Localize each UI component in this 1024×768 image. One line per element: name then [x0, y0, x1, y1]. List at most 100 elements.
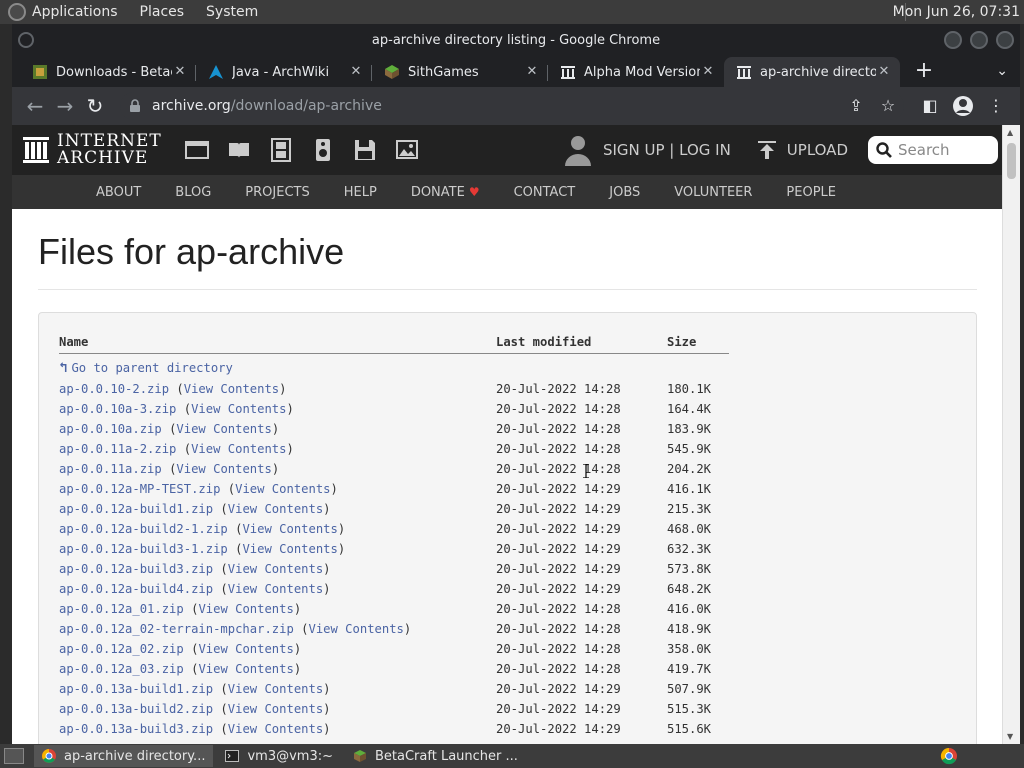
- column-header-modified[interactable]: Last modified: [496, 331, 667, 354]
- menu-system[interactable]: System: [206, 4, 258, 20]
- new-tab-button[interactable]: +: [910, 58, 938, 86]
- tray-chrome-icon[interactable]: [940, 747, 958, 765]
- back-button[interactable]: ←: [20, 91, 50, 121]
- file-link[interactable]: ap-0.0.10-2.zip: [59, 382, 169, 396]
- file-link[interactable]: ap-0.0.12a-build3-1.zip: [59, 542, 228, 556]
- tab-downloads-betacraft[interactable]: Downloads - Betacraft ✕: [20, 57, 196, 87]
- view-contents-link[interactable]: View Contents: [198, 602, 293, 616]
- view-contents-link[interactable]: View Contents: [242, 522, 337, 536]
- view-contents-link[interactable]: View Contents: [176, 462, 271, 476]
- view-contents-link[interactable]: View Contents: [191, 402, 286, 416]
- file-link[interactable]: ap-0.0.10a-3.zip: [59, 402, 176, 416]
- file-link[interactable]: ap-0.0.12a_02.zip: [59, 642, 184, 656]
- tab-ap-archive[interactable]: ap-archive directory listing ✕: [724, 57, 900, 87]
- window-menu-icon[interactable]: [18, 32, 34, 48]
- scroll-down-arrow-icon[interactable]: ▼: [1007, 732, 1013, 741]
- view-contents-link[interactable]: View Contents: [184, 382, 279, 396]
- reload-button[interactable]: ↻: [80, 91, 110, 121]
- close-icon[interactable]: ✕: [524, 64, 540, 80]
- file-link[interactable]: ap-0.0.12a-build2-1.zip: [59, 522, 228, 536]
- subnav-help[interactable]: HELP: [327, 185, 394, 200]
- internet-archive-logo[interactable]: INTERNET ARCHIVE: [23, 133, 173, 167]
- file-link[interactable]: ap-0.0.11a.zip: [59, 462, 162, 476]
- maximize-button[interactable]: [970, 31, 988, 49]
- view-contents-link[interactable]: View Contents: [309, 622, 404, 636]
- file-link[interactable]: ap-0.0.13a-build1.zip: [59, 682, 213, 696]
- file-link[interactable]: ap-0.0.13a-build3.zip: [59, 722, 213, 736]
- file-link[interactable]: ap-0.0.12a_01.zip: [59, 602, 184, 616]
- close-icon[interactable]: ✕: [348, 64, 364, 80]
- site-info-lock-icon[interactable]: [128, 99, 142, 113]
- view-contents-link[interactable]: View Contents: [228, 502, 323, 516]
- side-panel-icon[interactable]: ◧: [914, 91, 946, 121]
- share-icon[interactable]: ⇪: [840, 91, 872, 121]
- file-link[interactable]: ap-0.0.10a.zip: [59, 422, 162, 436]
- audio-speaker-icon[interactable]: [311, 138, 335, 162]
- view-contents-link[interactable]: View Contents: [198, 642, 293, 656]
- subnav-contact[interactable]: CONTACT: [497, 185, 593, 200]
- tab-java-archwiki[interactable]: Java - ArchWiki ✕: [196, 57, 372, 87]
- ia-search-input[interactable]: Search: [868, 136, 998, 164]
- menu-places[interactable]: Places: [140, 4, 185, 20]
- file-link[interactable]: ap-0.0.12a-build1.zip: [59, 502, 213, 516]
- subnav-projects[interactable]: PROJECTS: [228, 185, 326, 200]
- task-chrome[interactable]: ap-archive directory...: [34, 745, 214, 767]
- view-contents-link[interactable]: View Contents: [228, 702, 323, 716]
- menu-applications[interactable]: Applications: [32, 4, 118, 20]
- forward-button[interactable]: →: [50, 91, 80, 121]
- view-contents-link[interactable]: View Contents: [228, 562, 323, 576]
- file-link[interactable]: ap-0.0.13a-build2.zip: [59, 702, 213, 716]
- view-contents-link[interactable]: View Contents: [242, 542, 337, 556]
- tab-sithgames[interactable]: SithGames ✕: [372, 57, 548, 87]
- file-link[interactable]: ap-0.0.12a_02-terrain-mpchar.zip: [59, 622, 294, 636]
- scroll-thumb[interactable]: [1007, 143, 1016, 179]
- subnav-volunteer[interactable]: VOLUNTEER: [657, 185, 769, 200]
- upload-button[interactable]: UPLOAD: [757, 140, 848, 160]
- subnav-people[interactable]: PEOPLE: [769, 185, 853, 200]
- software-floppy-icon[interactable]: [353, 138, 377, 162]
- texts-book-icon[interactable]: [227, 138, 251, 162]
- file-link[interactable]: ap-0.0.11a-2.zip: [59, 442, 176, 456]
- view-contents-link[interactable]: View Contents: [228, 582, 323, 596]
- subnav-jobs[interactable]: JOBS: [592, 185, 657, 200]
- signup-login-link[interactable]: SIGN UP | LOG IN: [603, 141, 731, 159]
- view-contents-link[interactable]: View Contents: [198, 662, 293, 676]
- web-archive-icon[interactable]: [185, 138, 209, 162]
- show-desktop-button[interactable]: [4, 748, 24, 764]
- minimize-button[interactable]: [944, 31, 962, 49]
- view-contents-link[interactable]: View Contents: [176, 422, 271, 436]
- task-terminal[interactable]: vm3@vm3:~: [217, 745, 341, 767]
- close-icon[interactable]: ✕: [172, 64, 188, 80]
- kebab-menu-icon[interactable]: ⋮: [980, 91, 1012, 121]
- address-bar[interactable]: archive.org /download/ap-archive ⇪ ☆: [120, 92, 904, 120]
- column-header-size[interactable]: Size: [667, 331, 729, 354]
- subnav-about[interactable]: ABOUT: [79, 185, 158, 200]
- file-link[interactable]: ap-0.0.12a_03.zip: [59, 662, 184, 676]
- parent-directory-link[interactable]: Go to parent directory: [71, 361, 232, 375]
- view-contents-link[interactable]: View Contents: [228, 682, 323, 696]
- column-header-name[interactable]: Name: [59, 331, 496, 354]
- file-link[interactable]: ap-0.0.12a-build3.zip: [59, 562, 213, 576]
- view-contents-link[interactable]: View Contents: [228, 722, 323, 736]
- distro-logo-icon[interactable]: [8, 3, 26, 21]
- vertical-scrollbar[interactable]: ▲ ▼: [1002, 125, 1020, 744]
- profile-avatar-icon[interactable]: [952, 95, 974, 117]
- close-window-button[interactable]: [996, 31, 1014, 49]
- task-betacraft[interactable]: BetaCraft Launcher ...: [345, 745, 526, 767]
- person-icon[interactable]: [564, 134, 591, 166]
- tab-search-chevron-down-icon[interactable]: ⌄: [996, 63, 1008, 79]
- bookmark-star-icon[interactable]: ☆: [872, 91, 904, 121]
- close-icon[interactable]: ✕: [700, 64, 716, 80]
- close-icon[interactable]: ✕: [876, 64, 892, 80]
- window-title-bar[interactable]: ap-archive directory listing - Google Ch…: [12, 24, 1020, 57]
- view-contents-link[interactable]: View Contents: [235, 482, 330, 496]
- tab-alpha-mod-versions[interactable]: Alpha Mod Versions ✕: [548, 57, 724, 87]
- subnav-blog[interactable]: BLOG: [158, 185, 228, 200]
- video-film-icon[interactable]: [269, 138, 293, 162]
- view-contents-link[interactable]: View Contents: [191, 442, 286, 456]
- clock[interactable]: Mon Jun 26, 07:31: [893, 4, 1020, 20]
- subnav-donate[interactable]: DONATE ♥: [394, 185, 497, 200]
- file-link[interactable]: ap-0.0.12a-build4.zip: [59, 582, 213, 596]
- images-picture-icon[interactable]: [395, 138, 419, 162]
- file-link[interactable]: ap-0.0.12a-MP-TEST.zip: [59, 482, 220, 496]
